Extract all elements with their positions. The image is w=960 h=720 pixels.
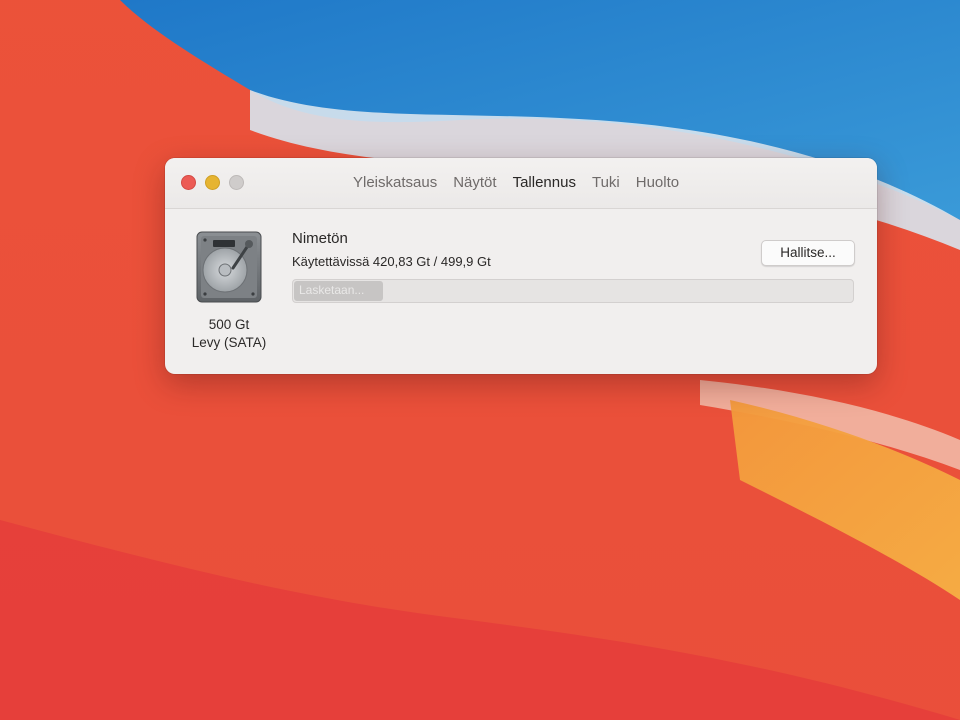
storage-usage-bar: Lasketaan... <box>292 279 854 303</box>
tab-support[interactable]: Tuki <box>584 172 628 193</box>
manage-button[interactable]: Hallitse... <box>761 240 855 266</box>
tab-service[interactable]: Huolto <box>628 172 687 193</box>
zoom-window-button[interactable] <box>229 175 244 190</box>
minimize-window-button[interactable] <box>205 175 220 190</box>
drive-type: Levy (SATA) <box>191 335 267 350</box>
close-window-button[interactable] <box>181 175 196 190</box>
hard-drive-icon <box>195 230 263 304</box>
tab-overview[interactable]: Yleiskatsaus <box>345 172 445 193</box>
about-this-mac-window: Yleiskatsaus Näytöt Tallennus Tuki Huolt… <box>165 158 877 374</box>
volume-available: Käytettävissä 420,83 Gt / 499,9 Gt <box>292 254 491 269</box>
drive-capacity: 500 Gt <box>208 317 250 332</box>
tab-displays[interactable]: Näytöt <box>445 172 504 193</box>
calculating-label: Lasketaan... <box>299 283 365 297</box>
tab-bar: Yleiskatsaus Näytöt Tallennus Tuki Huolt… <box>345 172 687 193</box>
drive-caption: 500 Gt Levy (SATA) <box>175 316 283 352</box>
volume-name: Nimetön <box>292 230 348 247</box>
tab-storage[interactable]: Tallennus <box>505 172 584 193</box>
title-bar[interactable]: Yleiskatsaus Näytöt Tallennus Tuki Huolt… <box>165 158 877 209</box>
